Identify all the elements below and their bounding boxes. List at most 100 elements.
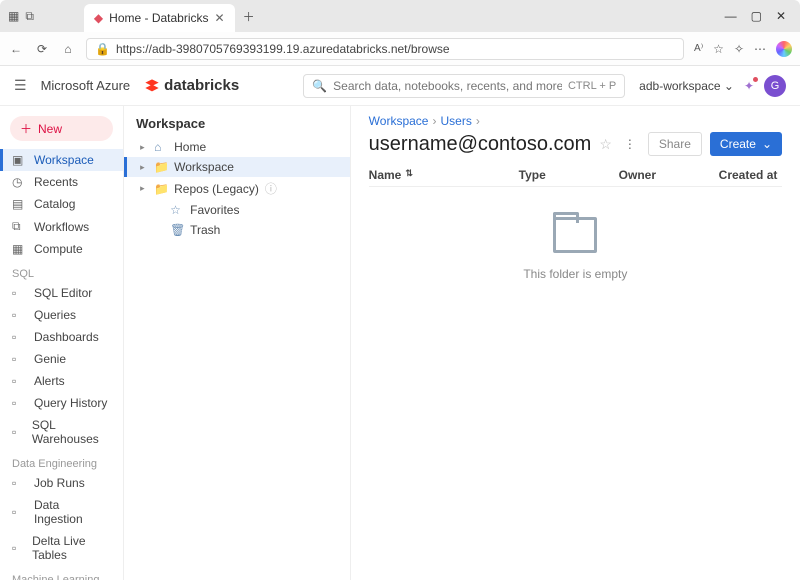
- sidebar-item-recents[interactable]: ◷Recents: [0, 171, 123, 193]
- menu-icon[interactable]: ☰: [14, 77, 27, 94]
- search-icon: 🔍: [312, 79, 327, 93]
- sidebar-item-catalog[interactable]: ▤Catalog: [0, 193, 123, 215]
- tree-item-repos--legacy-[interactable]: ▸📁Repos (Legacy) ⓘ: [124, 177, 350, 200]
- global-search[interactable]: 🔍 CTRL + P: [303, 74, 625, 98]
- read-aloud-icon[interactable]: A⁾: [694, 43, 703, 54]
- more-icon[interactable]: ⋯: [754, 42, 766, 56]
- sidebar-item-query-history[interactable]: ▫Query History: [0, 392, 123, 414]
- tree-title: Workspace: [124, 112, 350, 137]
- section-header: SQL: [0, 260, 123, 282]
- browser-address-bar: ← ⟳ ⌂ 🔒 https://adb-3980705769393199.19.…: [0, 32, 800, 66]
- table-header-row: Name ⇅ Type Owner Created at: [369, 164, 782, 187]
- window-minimize-icon[interactable]: —: [725, 9, 737, 23]
- workspace-tree: Workspace ▸⌂Home▸📁Workspace▸📁Repos (Lega…: [124, 106, 351, 580]
- nav-icon: ▫: [12, 330, 26, 344]
- lock-icon: 🔒: [95, 42, 110, 56]
- sidebar-item-dashboards[interactable]: ▫Dashboards: [0, 326, 123, 348]
- column-name[interactable]: Name ⇅: [369, 168, 519, 182]
- nav-icon: ▫: [12, 308, 26, 322]
- sidebar-item-sql-warehouses[interactable]: ▫SQL Warehouses: [0, 414, 123, 450]
- url-field[interactable]: 🔒 https://adb-3980705769393199.19.azured…: [86, 38, 684, 60]
- nav-icon: ▫: [12, 425, 24, 439]
- sidebar: ＋New ▣Workspace◷Recents▤Catalog⧉Workflow…: [0, 106, 124, 580]
- sidebar-item-queries[interactable]: ▫Queries: [0, 304, 123, 326]
- tree-item-home[interactable]: ▸⌂Home: [124, 137, 350, 157]
- tree-icon: 🗑: [170, 223, 184, 237]
- tab-list-icon[interactable]: ⧉: [25, 9, 34, 24]
- new-button[interactable]: ＋New: [10, 116, 113, 141]
- home-button[interactable]: ⌂: [60, 42, 76, 56]
- user-avatar[interactable]: G: [764, 75, 786, 97]
- tree-item-favorites[interactable]: ☆Favorites: [124, 200, 350, 220]
- info-icon: ⓘ: [265, 180, 277, 197]
- empty-text: This folder is empty: [523, 267, 627, 281]
- sidebar-item-genie[interactable]: ▫Genie: [0, 348, 123, 370]
- tab-favicon: ◆: [94, 11, 103, 25]
- nav-icon: ▫: [12, 374, 26, 388]
- create-button[interactable]: Create⌄: [710, 132, 782, 156]
- back-button[interactable]: ←: [8, 42, 24, 56]
- nav-icon: ▣: [12, 153, 26, 167]
- search-shortcut: CTRL + P: [568, 80, 616, 92]
- databricks-icon: [144, 78, 160, 94]
- more-actions-icon[interactable]: ⋮: [620, 133, 640, 155]
- tree-item-workspace[interactable]: ▸📁Workspace: [124, 157, 350, 177]
- tree-icon: ⌂: [154, 140, 168, 154]
- breadcrumb-link[interactable]: Users: [440, 114, 471, 128]
- section-header: Data Engineering: [0, 450, 123, 472]
- nav-icon: ▫: [12, 396, 26, 410]
- cloud-provider-label: Microsoft Azure: [41, 78, 131, 93]
- sidebar-item-workflows[interactable]: ⧉Workflows: [0, 215, 123, 238]
- column-created[interactable]: Created at: [719, 168, 782, 182]
- nav-icon: ◷: [12, 175, 26, 189]
- column-owner[interactable]: Owner: [619, 168, 719, 182]
- sidebar-item-sql-editor[interactable]: ▫SQL Editor: [0, 282, 123, 304]
- sidebar-item-job-runs[interactable]: ▫Job Runs: [0, 472, 123, 494]
- nav-icon: ▫: [12, 476, 26, 490]
- chevron-down-icon: ⌄: [762, 137, 772, 151]
- refresh-button[interactable]: ⟳: [34, 42, 50, 56]
- workspace-switcher[interactable]: adb-workspace ⌄: [639, 79, 734, 93]
- browser-titlebar: ▦ ⧉ ◆ Home - Databricks ✕ ＋ — ▢ ✕: [0, 0, 800, 32]
- breadcrumb-link[interactable]: Workspace: [369, 114, 429, 128]
- nav-icon: ▦: [12, 242, 26, 256]
- sidebar-item-delta-live-tables[interactable]: ▫Delta Live Tables: [0, 530, 123, 566]
- window-maximize-icon[interactable]: ▢: [751, 9, 762, 23]
- sidebar-item-alerts[interactable]: ▫Alerts: [0, 370, 123, 392]
- sort-icon: ⇅: [405, 168, 413, 182]
- chevron-right-icon[interactable]: ▸: [140, 142, 148, 153]
- sidebar-item-data-ingestion[interactable]: ▫Data Ingestion: [0, 494, 123, 530]
- window-close-icon[interactable]: ✕: [776, 9, 786, 23]
- tab-title: Home - Databricks: [109, 11, 208, 25]
- content-area: Workspace › Users › username@contoso.com…: [351, 106, 800, 580]
- tree-icon: 📁: [154, 182, 168, 196]
- favorite-icon[interactable]: ☆: [713, 42, 724, 56]
- tab-close-icon[interactable]: ✕: [215, 11, 225, 25]
- share-button[interactable]: Share: [648, 132, 702, 156]
- chevron-right-icon: ›: [476, 114, 480, 128]
- new-tab-button[interactable]: ＋: [243, 8, 255, 25]
- databricks-logo[interactable]: databricks: [144, 77, 239, 94]
- plus-icon: ＋: [20, 120, 32, 137]
- chevron-right-icon: ›: [432, 114, 436, 128]
- chevron-right-icon[interactable]: ▸: [140, 183, 148, 194]
- sidebar-item-workspace[interactable]: ▣Workspace: [0, 149, 123, 171]
- chevron-right-icon[interactable]: ▸: [140, 162, 148, 173]
- sidebar-item-compute[interactable]: ▦Compute: [0, 238, 123, 260]
- search-input[interactable]: [333, 79, 562, 93]
- copilot-icon[interactable]: [776, 41, 792, 57]
- nav-icon: ▫: [12, 352, 26, 366]
- folder-icon: [553, 217, 597, 253]
- extensions-icon[interactable]: ✧: [734, 42, 744, 56]
- tab-actions-icon[interactable]: ▦: [8, 9, 19, 24]
- section-header: Machine Learning: [0, 566, 123, 580]
- nav-icon: ⧉: [12, 219, 26, 234]
- url-text: https://adb-3980705769393199.19.azuredat…: [116, 42, 675, 56]
- tree-item-trash[interactable]: 🗑Trash: [124, 220, 350, 240]
- column-type[interactable]: Type: [519, 168, 619, 182]
- browser-tab[interactable]: ◆ Home - Databricks ✕: [84, 4, 235, 32]
- breadcrumbs: Workspace › Users ›: [369, 114, 782, 128]
- favorite-star-icon[interactable]: ☆: [599, 136, 612, 153]
- nav-icon: ▫: [12, 541, 24, 555]
- assistant-icon[interactable]: ✦: [744, 79, 754, 93]
